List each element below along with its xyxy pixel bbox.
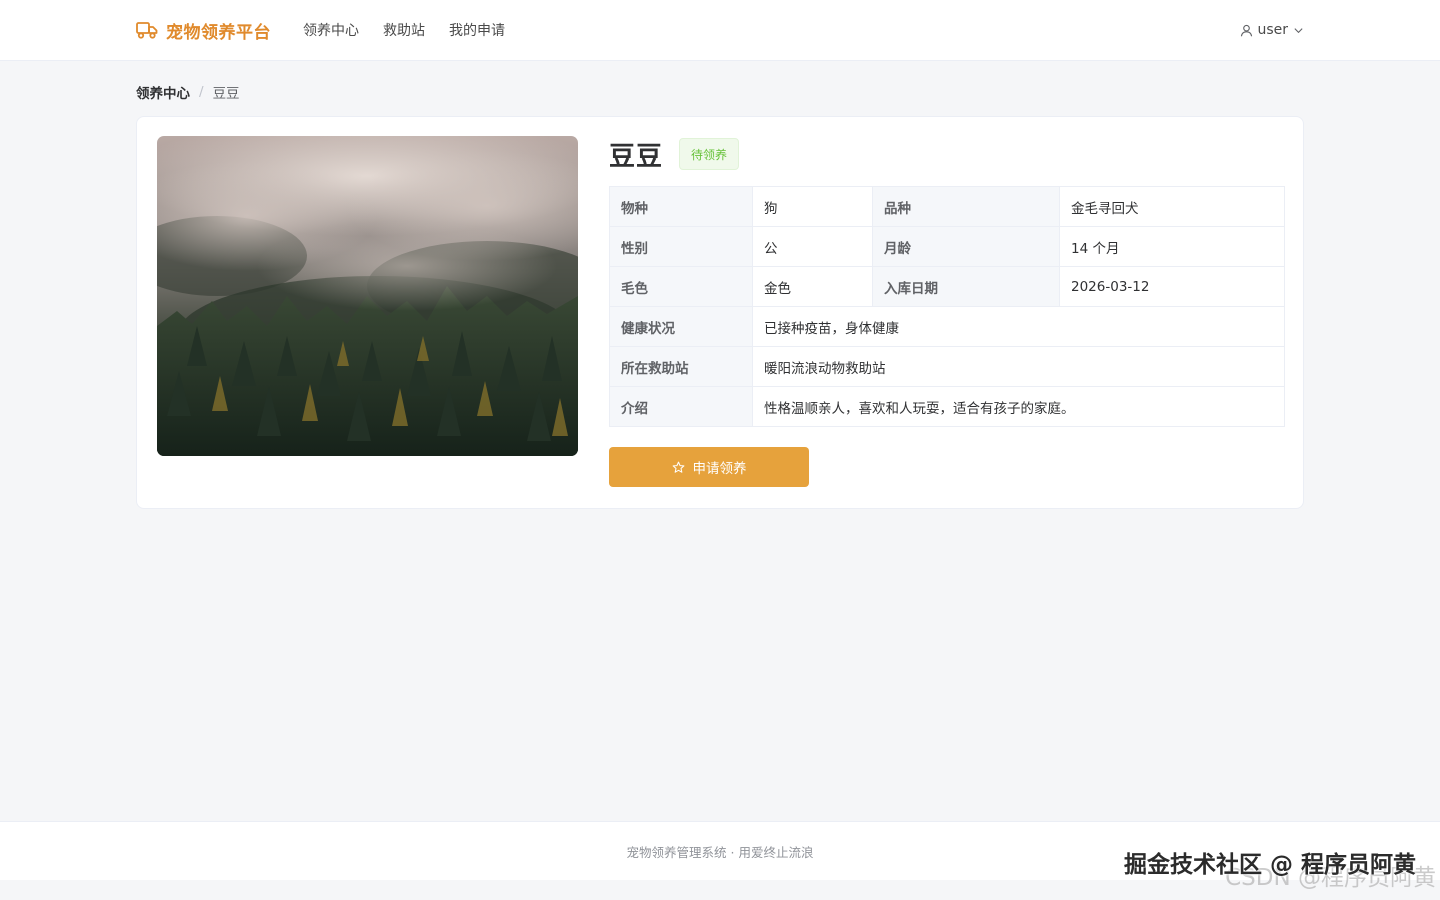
species-value: 狗: [752, 186, 873, 227]
breadcrumb-current: 豆豆: [212, 86, 240, 102]
breed-label: 品种: [872, 186, 1060, 227]
pet-name: 豆豆: [609, 141, 664, 172]
station-label: 所在救助站: [609, 346, 753, 387]
breadcrumb-adoption-center[interactable]: 领养中心: [136, 82, 190, 102]
table-row: 介绍 性格温顺亲人，喜欢和人玩耍，适合有孩子的家庭。: [609, 386, 1285, 427]
footer-text: 宠物领养管理系统 · 用爱终止流浪: [626, 844, 814, 860]
pet-photo: [157, 136, 578, 456]
star-icon: [672, 461, 684, 473]
species-label: 物种: [609, 186, 753, 227]
table-row: 毛色 金色 入库日期 2026-03-12: [609, 266, 1285, 307]
table-row: 性别 公 月龄 14 个月: [609, 226, 1285, 267]
apply-adoption-label: 申请领养: [692, 461, 747, 477]
gender-value: 公: [752, 226, 873, 267]
chevron-down-icon: [1294, 27, 1303, 33]
user-icon: [1241, 24, 1253, 36]
nav-my-applications[interactable]: 我的申请: [449, 20, 505, 40]
status-badge: 待领养: [679, 138, 740, 170]
color-label: 毛色: [609, 266, 753, 307]
breed-value: 金毛寻回犬: [1059, 186, 1285, 227]
top-header: 宠物领养平台 领养中心 救助站 我的申请 user: [0, 0, 1440, 61]
gender-label: 性别: [609, 226, 753, 267]
health-label: 健康状况: [609, 306, 753, 347]
truck-icon: [136, 22, 158, 39]
pet-detail: 豆豆 待领养 物种 狗 品种 金毛寻回犬 性别 公 月龄 14 个月 毛色 金色: [609, 136, 1285, 487]
watermark-juejin: 掘金技术社区 @ 程序员阿黄: [1123, 852, 1416, 878]
breadcrumb: 领养中心 / 豆豆: [136, 82, 240, 102]
intake-date-value: 2026-03-12: [1059, 266, 1285, 307]
brand-name: 宠物领养平台: [166, 22, 271, 43]
age-value: 14 个月: [1059, 226, 1285, 267]
username: user: [1257, 22, 1288, 38]
header-inner: 宠物领养平台 领养中心 救助站 我的申请 user: [136, 0, 1304, 60]
title-row: 豆豆 待领养: [609, 136, 1284, 172]
brand-logo[interactable]: 宠物领养平台: [136, 18, 271, 43]
station-value: 暖阳流浪动物救助站: [752, 346, 1285, 387]
apply-adoption-button[interactable]: 申请领养: [609, 447, 809, 487]
nav-rescue-station[interactable]: 救助站: [383, 20, 425, 40]
breadcrumb-separator: /: [199, 84, 204, 100]
pet-detail-card: 豆豆 待领养 物种 狗 品种 金毛寻回犬 性别 公 月龄 14 个月 毛色 金色: [136, 116, 1304, 509]
main-nav: 领养中心 救助站 我的申请: [303, 20, 529, 40]
intake-date-label: 入库日期: [872, 266, 1060, 307]
intro-label: 介绍: [609, 386, 753, 427]
table-row: 物种 狗 品种 金毛寻回犬: [609, 186, 1285, 227]
color-value: 金色: [752, 266, 873, 307]
intro-value: 性格温顺亲人，喜欢和人玩耍，适合有孩子的家庭。: [752, 386, 1285, 427]
forest-image: [157, 136, 578, 456]
health-value: 已接种疫苗，身体健康: [752, 306, 1285, 347]
age-label: 月龄: [872, 226, 1060, 267]
nav-adoption-center[interactable]: 领养中心: [303, 20, 359, 40]
user-menu[interactable]: user: [1240, 22, 1304, 38]
table-row: 所在救助站 暖阳流浪动物救助站: [609, 346, 1285, 387]
table-row: 健康状况 已接种疫苗，身体健康: [609, 306, 1285, 347]
pet-info-table: 物种 狗 品种 金毛寻回犬 性别 公 月龄 14 个月 毛色 金色 入库日期 2…: [609, 186, 1285, 427]
